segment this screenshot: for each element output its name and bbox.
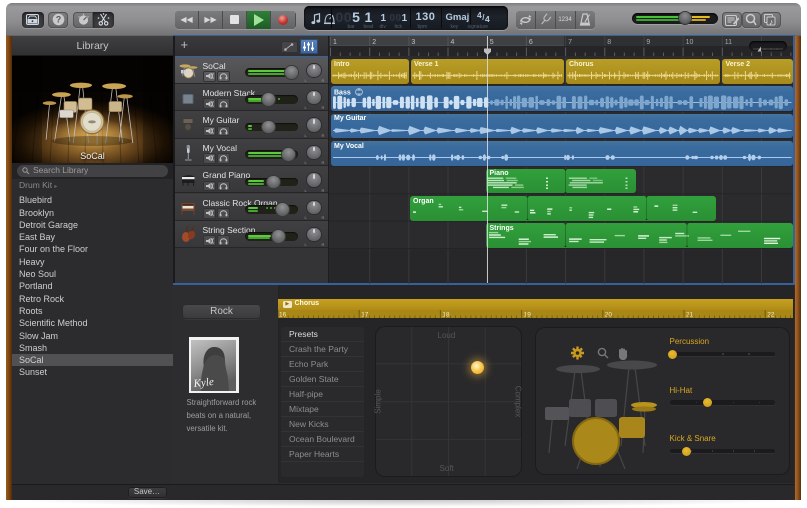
svg-text:2: 2 (372, 39, 376, 46)
svg-text:20: 20 (604, 312, 612, 319)
svg-text:8: 8 (607, 39, 611, 46)
svg-text:10: 10 (686, 39, 694, 46)
svg-text:4: 4 (451, 39, 455, 46)
svg-text:9: 9 (646, 39, 650, 46)
svg-text:5: 5 (490, 39, 494, 46)
svg-text:17: 17 (361, 312, 369, 319)
svg-text:22: 22 (767, 312, 775, 319)
svg-text:6: 6 (529, 39, 533, 46)
svg-text:18: 18 (442, 312, 450, 319)
svg-text:♪: ♪ (769, 17, 773, 26)
svg-text:1: 1 (333, 39, 337, 46)
svg-text:19: 19 (523, 312, 531, 319)
svg-text:11: 11 (725, 39, 732, 46)
svg-text:Kyle: Kyle (192, 375, 214, 389)
svg-text:16: 16 (279, 312, 287, 319)
svg-text:3: 3 (411, 39, 415, 46)
svg-text:?: ? (55, 15, 61, 25)
svg-text:21: 21 (686, 312, 694, 319)
svg-text:7: 7 (568, 39, 572, 46)
